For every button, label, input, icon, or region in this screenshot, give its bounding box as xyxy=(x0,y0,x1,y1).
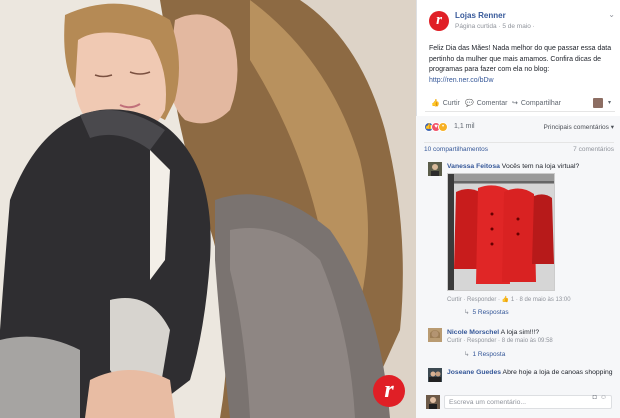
like-button[interactable]: 👍 Curtir xyxy=(431,99,460,107)
comment-actions[interactable]: Curtir · Responder xyxy=(447,297,496,303)
comment-text: Vocês tem na loja virtual? xyxy=(501,163,580,170)
viewer-avatar[interactable] xyxy=(593,98,603,108)
comment-item: Joseane Guedes Abre hoje a loja de canoa… xyxy=(428,368,614,390)
comment-text: Abre hoje a loja de canoas shopping xyxy=(502,369,613,376)
post-text-main: Feliz Dia das Mães! Nada melhor do que p… xyxy=(429,45,612,73)
mother-daughter-photo xyxy=(0,0,416,418)
comment-item: Vanessa Feitosa Vocês tem na loja virtua… xyxy=(428,162,614,316)
shares-count[interactable]: 10 compartilhamentos xyxy=(424,146,488,153)
comments-count[interactable]: 7 comentários xyxy=(573,146,614,153)
emoji-icon[interactable]: ☺ xyxy=(600,394,610,401)
like-label: Curtir xyxy=(442,100,460,107)
comment-body: Nicole Morschel A loja sim!!!? xyxy=(447,328,613,337)
view-replies-link[interactable]: ↳ 5 Respostas xyxy=(464,308,509,316)
commenter-avatar[interactable] xyxy=(428,162,442,176)
post-link[interactable]: http://ren.ner.co/bDw xyxy=(429,77,494,84)
reactions-summary[interactable]: 👍 ♥ • 1,1 mil Principais comentários ▾ xyxy=(424,122,614,134)
replies-label: 5 Respostas xyxy=(472,309,509,316)
page-name[interactable]: Lojas Renner xyxy=(455,11,506,20)
comment-actions[interactable]: Curtir · Responder xyxy=(447,338,496,344)
post-meta: Página curtida · 5 de maio · xyxy=(455,23,535,30)
comment-item: Nicole Morschel A loja sim!!!? Curtir · … xyxy=(428,328,614,358)
viewer-avatar[interactable] xyxy=(426,395,440,409)
chevron-down-icon[interactable]: ⌄ xyxy=(608,10,615,19)
comment-body: Joseane Guedes Abre hoje a loja de canoa… xyxy=(447,368,613,377)
renner-watermark-logo: r xyxy=(373,375,405,407)
comment-input[interactable]: Escreva um comentário... xyxy=(444,395,612,409)
wow-reaction-icon: • xyxy=(438,122,448,132)
comment-text: A loja sim!!!? xyxy=(500,329,540,336)
comment-attachment-image[interactable] xyxy=(447,173,555,291)
comment-date[interactable]: 8 de maio às 13:00 xyxy=(520,297,571,303)
replies-label: 1 Resposta xyxy=(472,351,506,358)
page-avatar[interactable]: r xyxy=(429,11,449,31)
comment-body: Vanessa Feitosa Vocês tem na loja virtua… xyxy=(447,162,613,171)
share-arrow-icon: ↪ xyxy=(512,100,518,107)
comment-author[interactable]: Nicole Morschel xyxy=(447,329,499,336)
composer-icons: ◘☺ xyxy=(593,394,610,401)
comment-date[interactable]: 8 de maio às 09:58 xyxy=(502,338,553,344)
comment-button[interactable]: 💬 Comentar xyxy=(465,99,507,107)
view-replies-link[interactable]: ↳ 1 Resposta xyxy=(464,350,505,358)
comment-meta: Curtir · Responder · 👍 1 · 8 de maio às … xyxy=(447,296,571,303)
commenter-avatar[interactable] xyxy=(428,328,442,342)
comment-composer: Escreva um comentário... ◘☺ xyxy=(424,392,614,412)
post-text: Feliz Dia das Mães! Nada melhor do que p… xyxy=(429,44,615,86)
share-button[interactable]: ↪ Compartilhar xyxy=(512,99,561,107)
comment-author[interactable]: Vanessa Feitosa xyxy=(447,163,500,170)
reply-arrow-icon: ↳ xyxy=(464,309,470,316)
caret-down-icon[interactable]: ▾ xyxy=(608,99,611,106)
commenter-avatar[interactable] xyxy=(428,368,442,382)
red-coats-photo xyxy=(448,174,554,290)
reply-arrow-icon: ↳ xyxy=(464,351,470,358)
post-actions: 👍 Curtir 💬 Comentar ↪ Compartilhar ▾ xyxy=(425,96,615,112)
reaction-count[interactable]: 1,1 mil xyxy=(454,123,475,130)
comment-like-count: 1 xyxy=(510,297,515,303)
feedback-section: 👍 ♥ • 1,1 mil Principais comentários ▾ 1… xyxy=(416,116,620,418)
camera-icon[interactable]: ◘ xyxy=(593,394,600,401)
like-small-icon: · 👍 xyxy=(498,297,510,303)
comment-sort-dropdown[interactable]: Principais comentários ▾ xyxy=(544,123,614,131)
share-label: Compartilhar xyxy=(520,100,561,107)
post-photo[interactable]: r xyxy=(0,0,416,418)
speech-bubble-icon: 💬 xyxy=(465,100,474,107)
comment-author[interactable]: Joseane Guedes xyxy=(447,369,501,376)
post-header: r Lojas Renner Página curtida · 5 de mai… xyxy=(425,8,615,36)
comment-meta: Curtir · Responder · 8 de maio às 09:58 xyxy=(447,338,553,344)
thumbs-up-icon: 👍 xyxy=(431,100,440,107)
comment-label: Comentar xyxy=(476,100,508,107)
counts-row: 10 compartilhamentos 7 comentários xyxy=(424,142,614,154)
